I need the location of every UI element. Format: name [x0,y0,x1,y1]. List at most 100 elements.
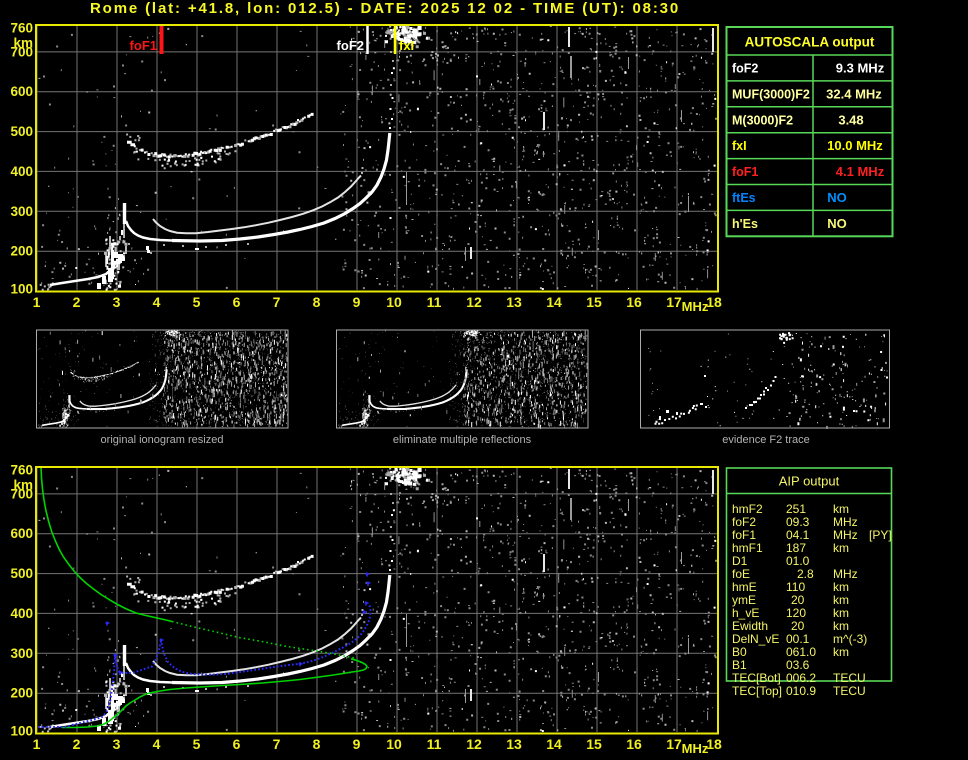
svg-text:006.2: 006.2 [786,671,816,685]
svg-text:187: 187 [786,541,806,555]
svg-text:09.3: 09.3 [786,515,810,529]
svg-text:12: 12 [466,736,482,752]
svg-text:700: 700 [10,44,33,59]
svg-text:MUF(3000)F2: MUF(3000)F2 [732,87,810,101]
svg-text:400: 400 [10,606,33,621]
svg-text:8: 8 [313,294,321,310]
svg-text:15: 15 [586,736,602,752]
svg-text:2: 2 [73,736,81,752]
svg-text:km: km [833,541,849,555]
svg-text:200: 200 [10,244,33,259]
svg-text:14: 14 [546,736,562,752]
svg-text:foF2: foF2 [337,38,364,53]
svg-text:ftEs: ftEs [732,191,756,205]
svg-text:evidence F2 trace: evidence F2 trace [722,434,809,446]
svg-text:AIP output: AIP output [779,474,840,489]
svg-text:foF2: foF2 [732,62,758,76]
svg-text:500: 500 [10,566,33,581]
svg-text:h'Es: h'Es [732,217,758,231]
svg-text:120: 120 [786,606,806,620]
svg-text:251: 251 [786,502,806,516]
svg-text:11: 11 [427,736,442,752]
svg-text:fxI: fxI [399,38,414,53]
svg-text:Rome (lat: +41.8, lon: 012.5): Rome (lat: +41.8, lon: 012.5) - DATE: 20… [90,0,680,17]
svg-text:D1: D1 [732,554,748,568]
svg-text:500: 500 [10,124,33,139]
svg-text:16: 16 [626,736,642,752]
svg-text:100: 100 [10,724,33,739]
svg-text:Ewidth: Ewidth [732,619,768,633]
svg-text:7: 7 [273,736,281,752]
svg-text:MHz: MHz [833,515,858,529]
svg-text:600: 600 [10,84,33,99]
svg-text:3: 3 [113,294,121,310]
svg-text:4.1 MHz: 4.1 MHz [836,164,885,179]
svg-text:7: 7 [273,294,281,310]
svg-text:1: 1 [33,294,41,310]
svg-text:300: 300 [10,646,33,661]
svg-text:12: 12 [466,294,482,310]
svg-text:9.3 MHz: 9.3 MHz [836,61,885,76]
svg-text:10: 10 [386,736,402,752]
svg-text:h_vE: h_vE [732,606,759,620]
svg-text:TECU: TECU [833,684,866,698]
svg-text:foF1: foF1 [130,38,157,53]
svg-text:hmF2: hmF2 [732,502,763,516]
svg-text:6: 6 [233,294,241,310]
svg-text:eliminate multiple reflections: eliminate multiple reflections [393,434,532,446]
svg-text:300: 300 [10,204,33,219]
svg-text:NO: NO [827,190,847,205]
svg-text:13: 13 [506,294,522,310]
svg-text:ymE: ymE [732,593,756,607]
svg-text:foF2: foF2 [732,515,756,529]
svg-text:km: km [833,502,849,516]
svg-text:1: 1 [33,736,41,752]
svg-text:9: 9 [353,736,361,752]
svg-text:10: 10 [386,294,402,310]
svg-text:original ionogram resized: original ionogram resized [101,434,224,446]
svg-text:8: 8 [313,736,321,752]
svg-text:foE: foE [732,567,750,581]
svg-text:04.1: 04.1 [786,528,810,542]
svg-text:km: km [833,580,849,594]
svg-text:700: 700 [10,486,33,501]
svg-text:km: km [833,619,849,633]
svg-text:100: 100 [10,282,33,297]
svg-text:AUTOSCALA output: AUTOSCALA output [745,35,875,50]
svg-text:km: km [833,593,849,607]
svg-text:hmE: hmE [732,580,757,594]
svg-text:B1: B1 [732,658,747,672]
svg-text:200: 200 [10,686,33,701]
svg-text:4: 4 [153,294,161,310]
svg-text:TEC[Bot]: TEC[Bot] [732,671,781,685]
svg-text:18: 18 [706,736,722,752]
svg-text:MHz: MHz [682,741,709,755]
svg-text:00.1: 00.1 [786,632,810,646]
svg-text:5: 5 [193,294,201,310]
svg-text:foF1: foF1 [732,165,758,179]
svg-text:M(3000)F2: M(3000)F2 [732,113,793,127]
svg-text:MHz: MHz [833,567,858,581]
svg-text:4: 4 [153,736,161,752]
svg-text:13: 13 [506,736,522,752]
svg-text:20: 20 [791,593,805,607]
svg-text:MHz: MHz [682,299,709,314]
svg-text:17: 17 [666,294,682,310]
svg-text:400: 400 [10,164,33,179]
svg-text:010.9: 010.9 [786,684,816,698]
svg-text:9: 9 [353,294,361,310]
svg-text:TEC[Top]: TEC[Top] [732,684,782,698]
svg-text:600: 600 [10,526,33,541]
svg-text:km: km [833,606,849,620]
svg-text:15: 15 [586,294,602,310]
svg-text:110: 110 [786,580,805,594]
svg-text:[PY]: [PY] [869,528,892,542]
svg-text:32.4 MHz: 32.4 MHz [826,86,882,101]
svg-text:01.0: 01.0 [786,554,810,568]
svg-text:2.8: 2.8 [797,567,814,581]
svg-text:14: 14 [546,294,562,310]
svg-text:6: 6 [233,736,241,752]
svg-text:11: 11 [427,294,442,310]
svg-text:DelN_vE: DelN_vE [732,632,779,646]
svg-text:061.0: 061.0 [786,645,816,659]
